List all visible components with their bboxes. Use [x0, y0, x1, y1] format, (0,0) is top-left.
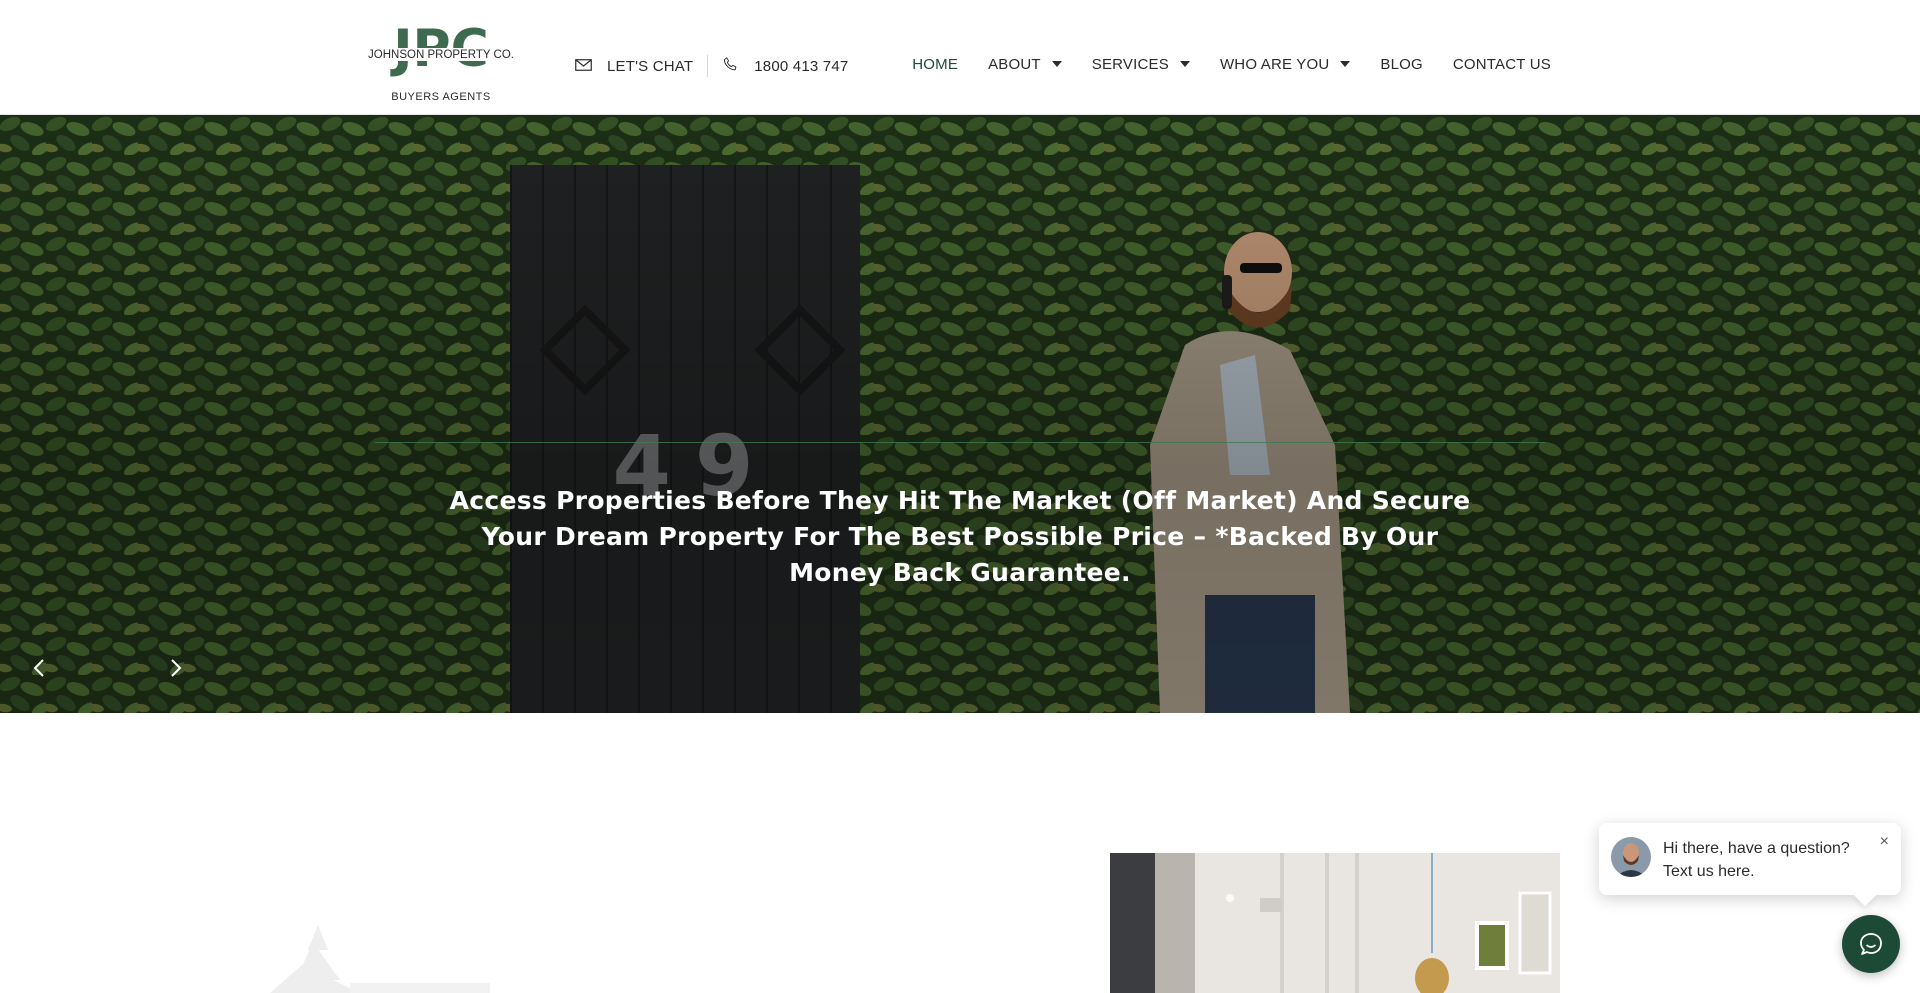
decorative-tree-image [270, 925, 490, 993]
lets-chat-link[interactable]: LET'S CHAT [575, 58, 693, 75]
nav-who-are-you[interactable]: WHO ARE YOU [1219, 56, 1351, 73]
nav-blog-label: BLOG [1380, 56, 1423, 73]
main-nav: HOME ABOUT SERVICES WHO ARE YOU BLOG CON… [912, 56, 1551, 73]
chat-icon [1860, 933, 1882, 955]
chat-greeting-text: Hi there, have a question? Text us here. [1663, 840, 1850, 880]
nav-services[interactable]: SERVICES [1092, 56, 1190, 73]
contact-divider [707, 55, 709, 77]
phone-label: 1800 413 747 [754, 57, 849, 75]
logo-company: JOHNSON PROPERTY CO. [368, 49, 514, 61]
nav-home-label: HOME [912, 56, 959, 73]
nav-contact-us[interactable]: CONTACT US [1453, 56, 1551, 73]
jpc-logo[interactable]: JPC JOHNSON PROPERTY CO. BUYERS AGENTS [366, 26, 516, 104]
agent-avatar [1611, 837, 1651, 877]
chat-greeting-bubble[interactable]: Hi there, have a question? Text us here.… [1599, 823, 1901, 895]
close-icon[interactable]: × [1880, 833, 1889, 851]
hero-headline: Access Properties Before They Hit The Ma… [449, 486, 1471, 587]
nav-about-label: ABOUT [988, 56, 1041, 73]
nav-contact-us-label: CONTACT US [1452, 56, 1551, 73]
nav-blog[interactable]: BLOG [1380, 56, 1422, 73]
header-contact: LET'S CHAT 1800 413 747 [575, 55, 848, 77]
nav-services-label: SERVICES [1091, 56, 1169, 73]
interior-photo [1110, 853, 1560, 993]
logo-tagline: BUYERS AGENTS [391, 91, 490, 103]
chat-launcher-button[interactable] [1842, 915, 1900, 973]
hero-divider [375, 442, 1545, 443]
caret-down-icon [1051, 60, 1062, 67]
hero-background-image: 49 [0, 115, 1920, 713]
caret-down-icon [1340, 60, 1351, 67]
slider-next-button[interactable] [161, 653, 191, 683]
envelope-icon [575, 58, 592, 75]
hero-slider: 49 Access Properties Before They Hit The… [0, 115, 1920, 713]
phone-icon [722, 56, 739, 77]
nav-about[interactable]: ABOUT [988, 56, 1062, 73]
nav-who-are-you-label: WHO ARE YOU [1219, 56, 1330, 73]
chevron-left-icon [33, 659, 44, 677]
caret-down-icon [1179, 60, 1190, 67]
site-header: JPC JOHNSON PROPERTY CO. BUYERS AGENTS L… [0, 0, 1920, 115]
lets-chat-label: LET'S CHAT [607, 57, 694, 75]
phone-link[interactable]: 1800 413 747 [722, 56, 848, 77]
nav-home[interactable]: HOME [912, 56, 958, 73]
chevron-right-icon [171, 659, 182, 677]
slider-prev-button[interactable] [24, 653, 54, 683]
